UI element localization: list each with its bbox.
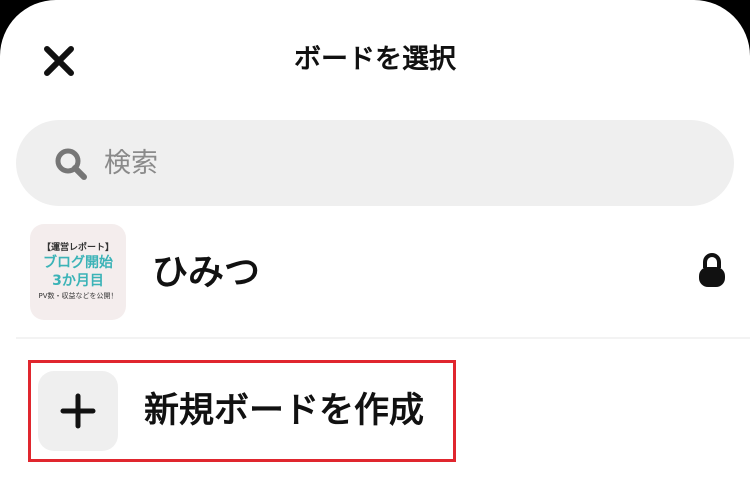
thumbnail-line-2: ブログ開始 [43, 255, 113, 271]
board-picker-sheet: ボードを選択 【運営レポート】 ブログ開始 3か月目 PV数・収益などを公開！ … [0, 0, 750, 477]
board-thumbnail: 【運営レポート】 ブログ開始 3か月目 PV数・収益などを公開！ [30, 224, 126, 320]
search-bar[interactable] [16, 120, 734, 206]
thumbnail-line-3: 3か月目 [52, 273, 104, 289]
search-icon [55, 148, 87, 180]
board-name: ひみつ [152, 252, 261, 293]
page-title: ボードを選択 [294, 44, 456, 75]
create-board-label: 新規ボードを作成 [144, 391, 425, 431]
divider [16, 337, 750, 339]
lock-icon [699, 253, 725, 287]
thumbnail-line-1: 【運営レポート】 [41, 243, 114, 253]
thumbnail-line-4: PV数・収益などを公開！ [38, 292, 118, 300]
create-board-button[interactable]: 新規ボードを作成 [38, 370, 448, 452]
search-input[interactable] [104, 142, 704, 184]
board-item-himitsu[interactable]: 【運営レポート】 ブログ開始 3か月目 PV数・収益などを公開！ ひみつ [0, 222, 750, 334]
plus-button-box [38, 371, 118, 451]
plus-icon [60, 393, 96, 429]
